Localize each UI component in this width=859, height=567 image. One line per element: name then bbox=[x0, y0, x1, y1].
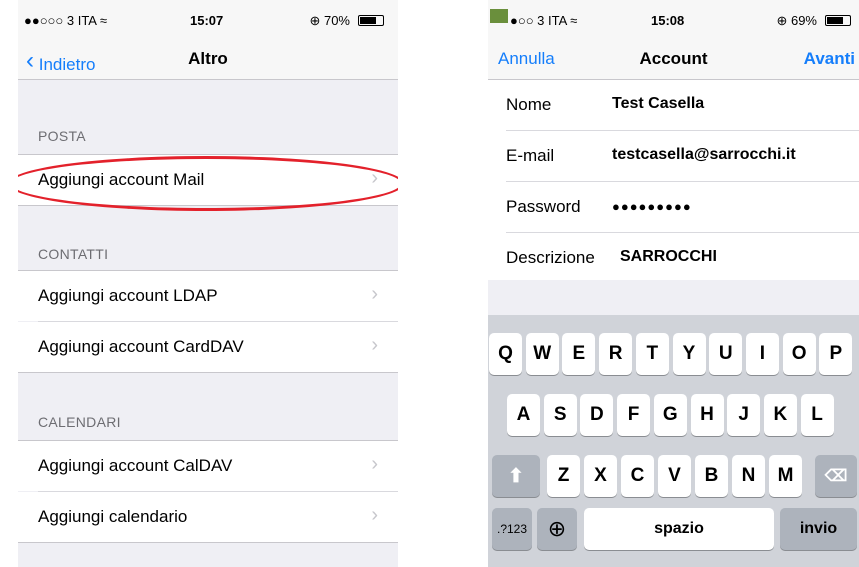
key[interactable]: A bbox=[507, 394, 540, 436]
field-value[interactable]: ●●●●●●●●● bbox=[612, 199, 692, 214]
account-form: Nome Test Casella E-mail testcasella@sar… bbox=[488, 80, 859, 280]
chevron-right-icon: › bbox=[371, 453, 378, 475]
key[interactable]: U bbox=[709, 333, 743, 375]
row-add-calendar[interactable]: Aggiungi calendario › bbox=[18, 492, 398, 542]
key[interactable]: X bbox=[584, 455, 617, 497]
key[interactable]: J bbox=[727, 394, 761, 436]
key[interactable]: B bbox=[695, 455, 728, 497]
row-label: Aggiungi account CardDAV bbox=[38, 337, 244, 356]
status-time: 15:08 bbox=[651, 13, 685, 28]
key[interactable]: M bbox=[769, 455, 802, 497]
battery-icon bbox=[358, 15, 384, 26]
nav-bar: Annulla Account Avanti bbox=[488, 34, 859, 80]
section-header-posta: POSTA bbox=[38, 128, 86, 144]
account-form-screen: ●○○ 3 ITA ≈ 15:08 ⊕ 69% Annulla Account … bbox=[488, 0, 859, 567]
keyboard: QWERTYUIOP ASDFGHJKL ZXCVBNM ⬆ ⌫ .?123 ⊕ s… bbox=[488, 315, 859, 567]
settings-screen: ●●○○○ 3 ITA ≈ 15:07 ⊕ 70% ‹ Indietro Alt… bbox=[18, 0, 398, 567]
status-bar: ●●○○○ 3 ITA ≈ 15:07 ⊕ 70% bbox=[18, 0, 398, 34]
key[interactable]: G bbox=[653, 394, 687, 436]
row-add-carddav-account[interactable]: Aggiungi account CardDAV › bbox=[18, 322, 398, 372]
chevron-right-icon: › bbox=[371, 334, 378, 356]
status-time: 15:07 bbox=[190, 13, 224, 28]
key[interactable]: L bbox=[800, 394, 834, 436]
field-value[interactable]: testcasella@sarrocchi.it bbox=[612, 146, 796, 164]
row-label: Aggiungi calendario bbox=[38, 507, 188, 526]
nav-bar: ‹ Indietro Altro bbox=[18, 34, 398, 80]
page-title: Altro bbox=[188, 49, 228, 68]
globe-icon[interactable]: ⊕ bbox=[537, 508, 577, 550]
key[interactable]: D bbox=[580, 394, 614, 436]
name-field[interactable]: Nome Test Casella bbox=[488, 80, 859, 130]
delete-key[interactable]: ⌫ bbox=[815, 455, 857, 497]
key[interactable]: Z bbox=[547, 455, 580, 497]
key[interactable]: W bbox=[525, 333, 559, 375]
chevron-right-icon: › bbox=[371, 504, 378, 526]
key[interactable]: F bbox=[617, 394, 651, 436]
shift-key[interactable]: ⬆ bbox=[492, 455, 540, 497]
return-key[interactable]: invio bbox=[780, 508, 857, 550]
battery-percent: ⊕ 69% bbox=[776, 13, 817, 28]
key[interactable]: Y bbox=[672, 333, 706, 375]
key[interactable]: C bbox=[621, 455, 654, 497]
row-label: Aggiungi account LDAP bbox=[38, 286, 218, 305]
section-header-contatti: CONTATTI bbox=[38, 246, 109, 262]
signal-indicator: ●○○ 3 ITA ≈ bbox=[510, 13, 578, 28]
highlight-circle bbox=[18, 156, 398, 211]
field-label: E-mail bbox=[506, 146, 555, 165]
section-header-calendari: CALENDARI bbox=[38, 414, 121, 430]
status-bar: ●○○ 3 ITA ≈ 15:08 ⊕ 69% bbox=[488, 0, 859, 34]
key[interactable]: R bbox=[599, 333, 633, 375]
row-add-caldav-account[interactable]: Aggiungi account CalDAV › bbox=[18, 441, 398, 491]
space-key[interactable]: spazio bbox=[584, 508, 774, 550]
field-label: Nome bbox=[506, 95, 552, 114]
key[interactable]: S bbox=[543, 394, 577, 436]
battery-percent: ⊕ 70% bbox=[309, 13, 350, 28]
key[interactable]: T bbox=[635, 333, 669, 375]
field-label: Password bbox=[506, 197, 581, 216]
description-field[interactable]: Descrizione SARROCCHI bbox=[488, 233, 859, 283]
field-value[interactable]: Test Casella bbox=[612, 95, 704, 113]
key[interactable]: Q bbox=[489, 333, 522, 375]
chevron-right-icon: › bbox=[371, 283, 378, 305]
row-label: Aggiungi account CalDAV bbox=[38, 456, 233, 475]
key[interactable]: H bbox=[690, 394, 724, 436]
key[interactable]: K bbox=[763, 394, 797, 436]
row-add-ldap-account[interactable]: Aggiungi account LDAP › bbox=[18, 271, 398, 321]
key[interactable]: V bbox=[658, 455, 691, 497]
key[interactable]: E bbox=[562, 333, 596, 375]
battery-icon bbox=[825, 15, 851, 26]
key[interactable]: P bbox=[819, 333, 853, 375]
numbers-key[interactable]: .?123 bbox=[492, 508, 532, 550]
next-button[interactable]: Avanti bbox=[804, 49, 855, 69]
field-value[interactable]: SARROCCHI bbox=[620, 248, 717, 266]
field-label: Descrizione bbox=[506, 248, 595, 267]
photo-thumbnail bbox=[490, 9, 508, 23]
password-field[interactable]: Password ●●●●●●●●● bbox=[488, 182, 859, 232]
key[interactable]: O bbox=[782, 333, 816, 375]
key[interactable]: N bbox=[732, 455, 765, 497]
key[interactable]: I bbox=[745, 333, 779, 375]
email-field[interactable]: E-mail testcasella@sarrocchi.it bbox=[488, 131, 859, 181]
signal-indicator: ●●○○○ 3 ITA ≈ bbox=[24, 13, 108, 28]
